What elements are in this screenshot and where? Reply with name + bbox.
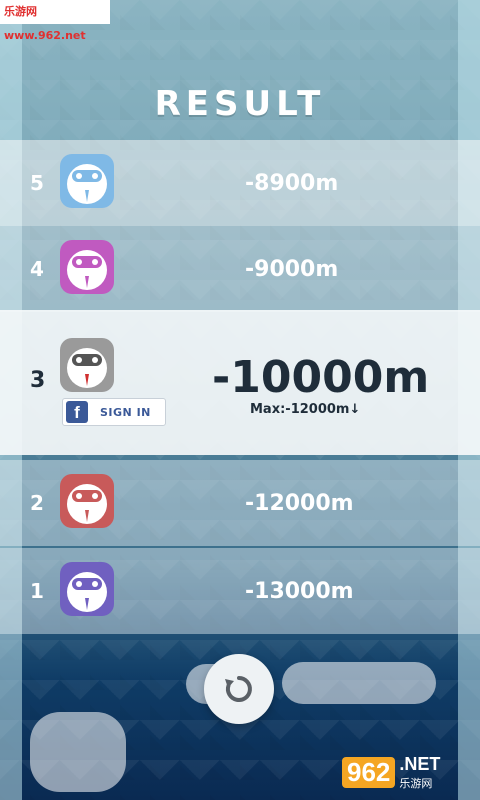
yeti-avatar-icon xyxy=(60,474,114,528)
rank-number: 1 xyxy=(30,579,44,603)
yeti-avatar-icon xyxy=(60,338,114,392)
leaderboard-row-4: 4 -9000m xyxy=(0,226,480,312)
site-logo: 962 .NET 乐游网 xyxy=(342,750,476,794)
leaderboard-row-5: 5 -8900m xyxy=(0,140,480,226)
yeti-avatar-icon xyxy=(60,562,114,616)
rank-number: 5 xyxy=(30,171,44,195)
current-player-row: 3 -10000m Max:-12000m↓ f SIGN IN xyxy=(0,310,480,455)
score-value: -8900m xyxy=(245,170,339,196)
facebook-icon: f xyxy=(66,401,88,423)
sign-in-label: SIGN IN xyxy=(100,405,151,419)
rank-number: 4 xyxy=(30,257,44,281)
retry-button[interactable] xyxy=(204,654,274,724)
retry-icon xyxy=(225,676,252,702)
score-value: -12000m xyxy=(245,490,354,516)
logo-net: .NET xyxy=(399,753,441,774)
facebook-sign-in-button[interactable]: f SIGN IN xyxy=(62,398,166,426)
rank-number: 2 xyxy=(30,491,44,515)
max-depth-label: Max:-12000m↓ xyxy=(250,402,361,417)
yeti-avatar-icon xyxy=(60,154,114,208)
score-value: -13000m xyxy=(245,578,354,604)
cloud xyxy=(282,662,436,704)
leaderboard-row-2: 2 -12000m xyxy=(0,460,480,546)
site-watermark: 乐游网 www.962.net xyxy=(0,0,110,42)
result-title: RESULT xyxy=(154,84,326,124)
cloud xyxy=(30,712,126,792)
logo-subtitle: 乐游网 xyxy=(399,776,433,790)
score-value: -9000m xyxy=(245,256,339,282)
yeti-avatar-icon xyxy=(60,240,114,294)
current-score: -10000m xyxy=(212,352,430,403)
rank-number: 3 xyxy=(30,368,46,393)
logo-number: 962 xyxy=(342,756,396,788)
leaderboard-row-1: 1 -13000m xyxy=(0,548,480,634)
